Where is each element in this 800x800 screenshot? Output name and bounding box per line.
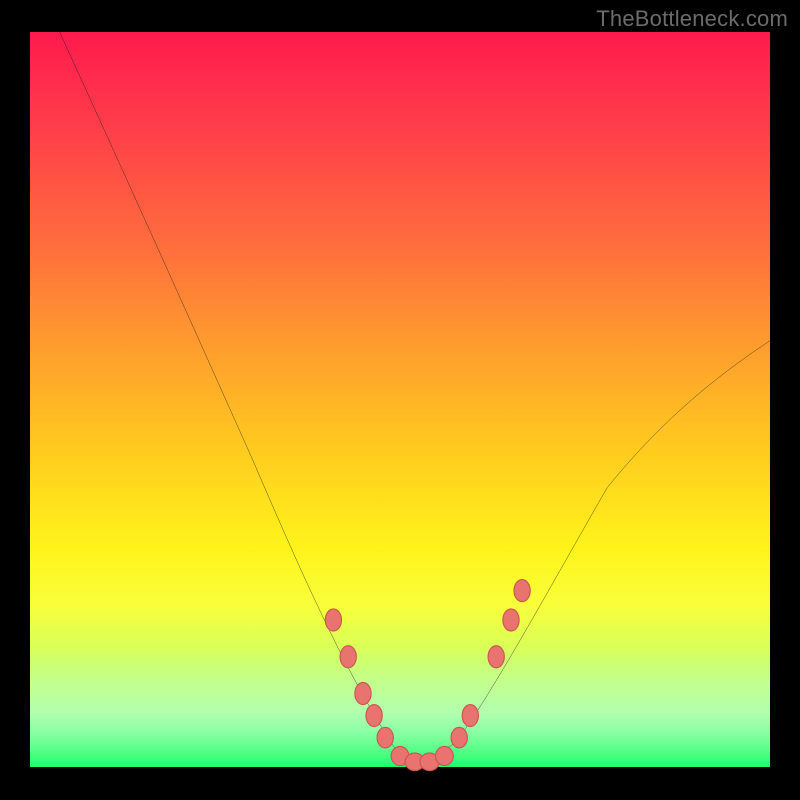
marker	[377, 727, 393, 748]
attribution-text: TheBottleneck.com	[596, 6, 788, 32]
marker	[366, 705, 382, 727]
marker	[514, 580, 530, 602]
marker	[325, 609, 341, 631]
marker	[488, 646, 504, 668]
marker	[503, 609, 519, 631]
marker	[355, 682, 371, 704]
chart-frame: TheBottleneck.com	[0, 0, 800, 800]
marker	[340, 646, 356, 668]
marker	[436, 746, 454, 765]
marker-layer	[30, 32, 770, 767]
marker	[462, 705, 478, 727]
markers-group	[325, 580, 530, 771]
marker	[451, 727, 467, 748]
